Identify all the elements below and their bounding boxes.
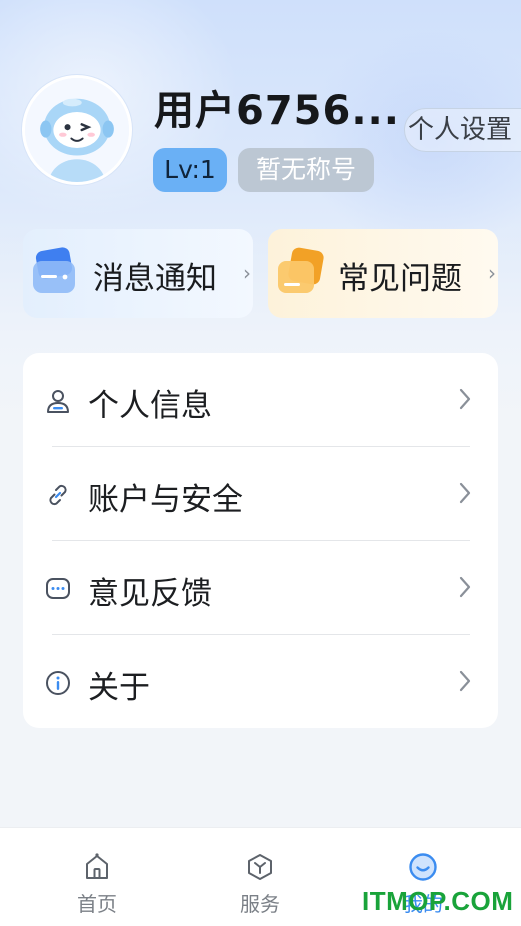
nav-label-home: 首页 (77, 892, 117, 916)
robot-avatar-icon (25, 78, 129, 182)
person-icon (47, 390, 69, 413)
menu-label-feedback: 意见反馈 (88, 576, 212, 612)
faq-card[interactable]: 常见问题 › (268, 229, 498, 318)
faq-label: 常见问题 (338, 261, 462, 297)
personal-settings-button[interactable]: 个人设置 (404, 108, 521, 152)
watermark: ITMOP.COM (362, 886, 514, 916)
user-title-badge: 暂无称号 (238, 148, 374, 192)
menu-label-account-security: 账户与安全 (88, 482, 243, 518)
menu-item-personal-info[interactable]: 个人信息 (23, 353, 498, 447)
info-icon (46, 671, 70, 695)
message-notification-card[interactable]: 消息通知 › (23, 229, 253, 318)
chevron-right-icon: › (243, 261, 251, 285)
chevron-right-icon (459, 576, 471, 598)
mine-face-icon (409, 853, 437, 881)
chat-bubble-icon (46, 578, 70, 599)
home-icon (86, 853, 108, 879)
menu-item-account-security[interactable]: 账户与安全 (23, 447, 498, 541)
menu-label-personal-info: 个人信息 (88, 388, 212, 424)
nav-tab-home[interactable]: 首页 (10, 828, 184, 926)
menu-item-feedback[interactable]: 意见反馈 (23, 541, 498, 635)
level-badge: Lv:1 (153, 148, 227, 192)
chevron-right-icon: › (488, 261, 496, 285)
chevron-right-icon (459, 482, 471, 504)
chevron-right-icon (459, 388, 471, 410)
settings-menu-card: 个人信息 账户与安全 意见反馈 关于 (23, 353, 498, 728)
menu-item-about[interactable]: 关于 (23, 635, 498, 729)
username: 用户6756... (154, 88, 400, 134)
link-icon (49, 484, 67, 506)
nav-label-service: 服务 (240, 892, 280, 916)
chevron-right-icon (459, 670, 471, 692)
menu-label-about: 关于 (88, 670, 150, 706)
message-bell-icon (33, 247, 75, 293)
faq-cards-icon (278, 247, 324, 293)
nav-tab-service[interactable]: 服务 (173, 828, 347, 926)
service-cube-icon (248, 854, 272, 880)
message-notification-label: 消息通知 (93, 261, 217, 297)
avatar[interactable] (22, 75, 132, 185)
